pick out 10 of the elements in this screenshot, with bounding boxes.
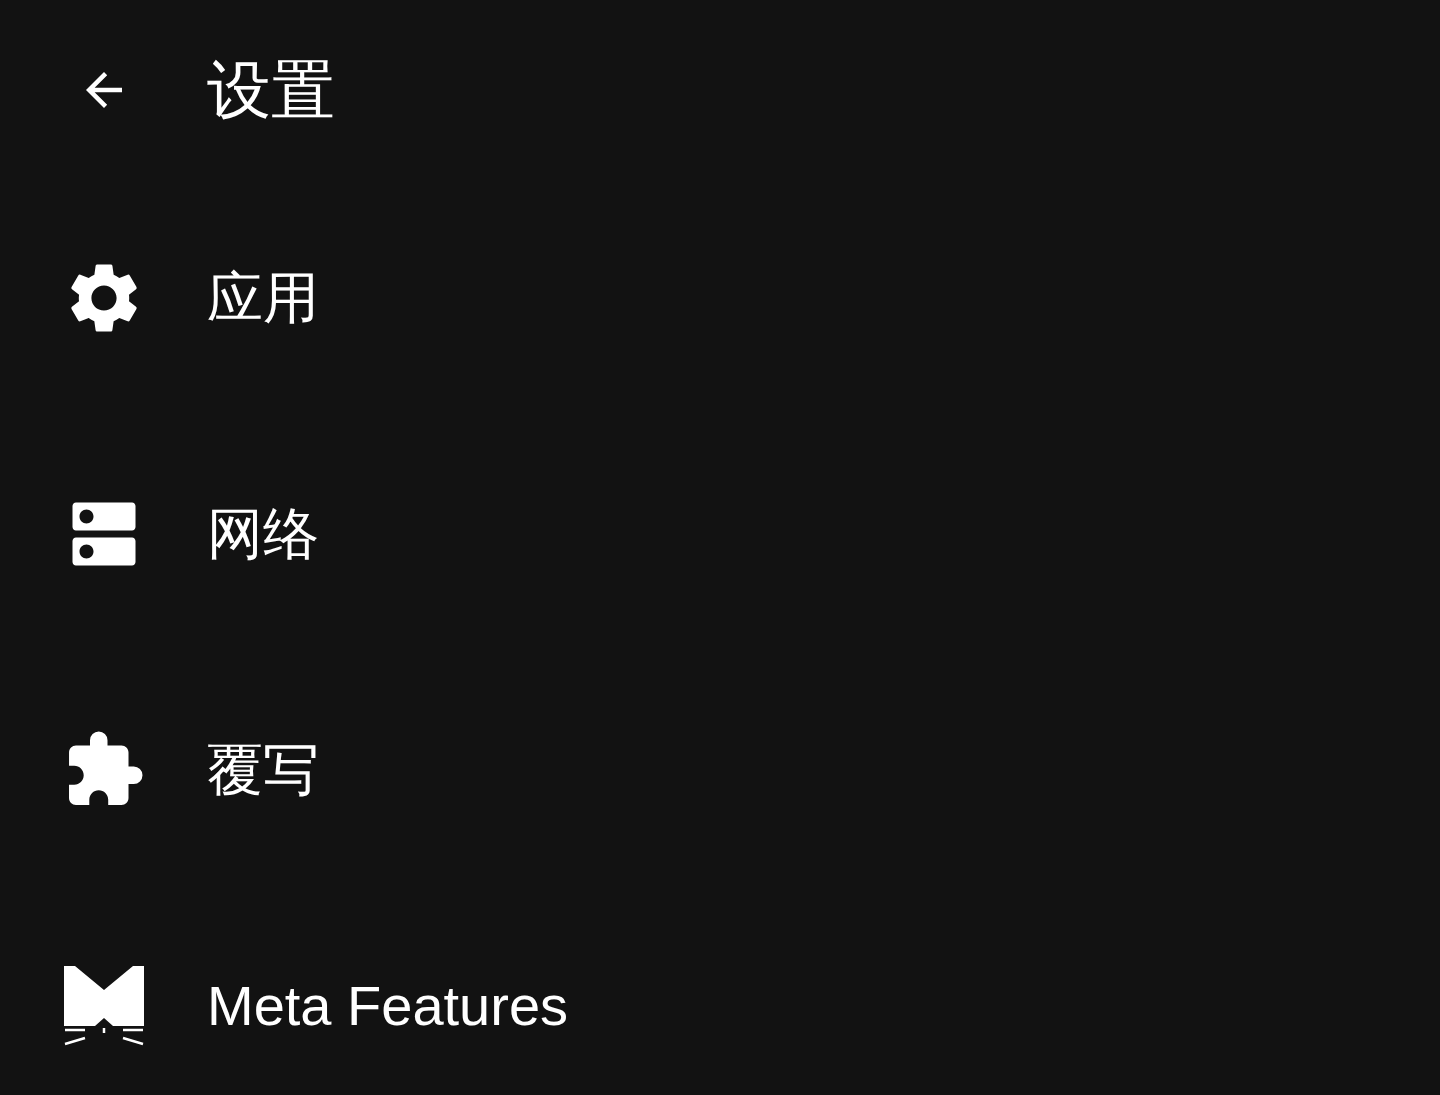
settings-item[interactable]: Meta Features — [0, 888, 1440, 1095]
item-label: 覆写 — [207, 742, 319, 798]
item-label: 网络 — [207, 506, 319, 562]
settings-item[interactable]: 应用 — [0, 180, 1440, 416]
page-title: 设置 — [207, 58, 335, 122]
settings-item[interactable]: 覆写 — [0, 652, 1440, 888]
settings-item[interactable]: 网络 — [0, 416, 1440, 652]
item-label: Meta Features — [207, 978, 569, 1034]
cat-logo-icon — [63, 966, 145, 1046]
item-label: 应用 — [207, 270, 319, 326]
